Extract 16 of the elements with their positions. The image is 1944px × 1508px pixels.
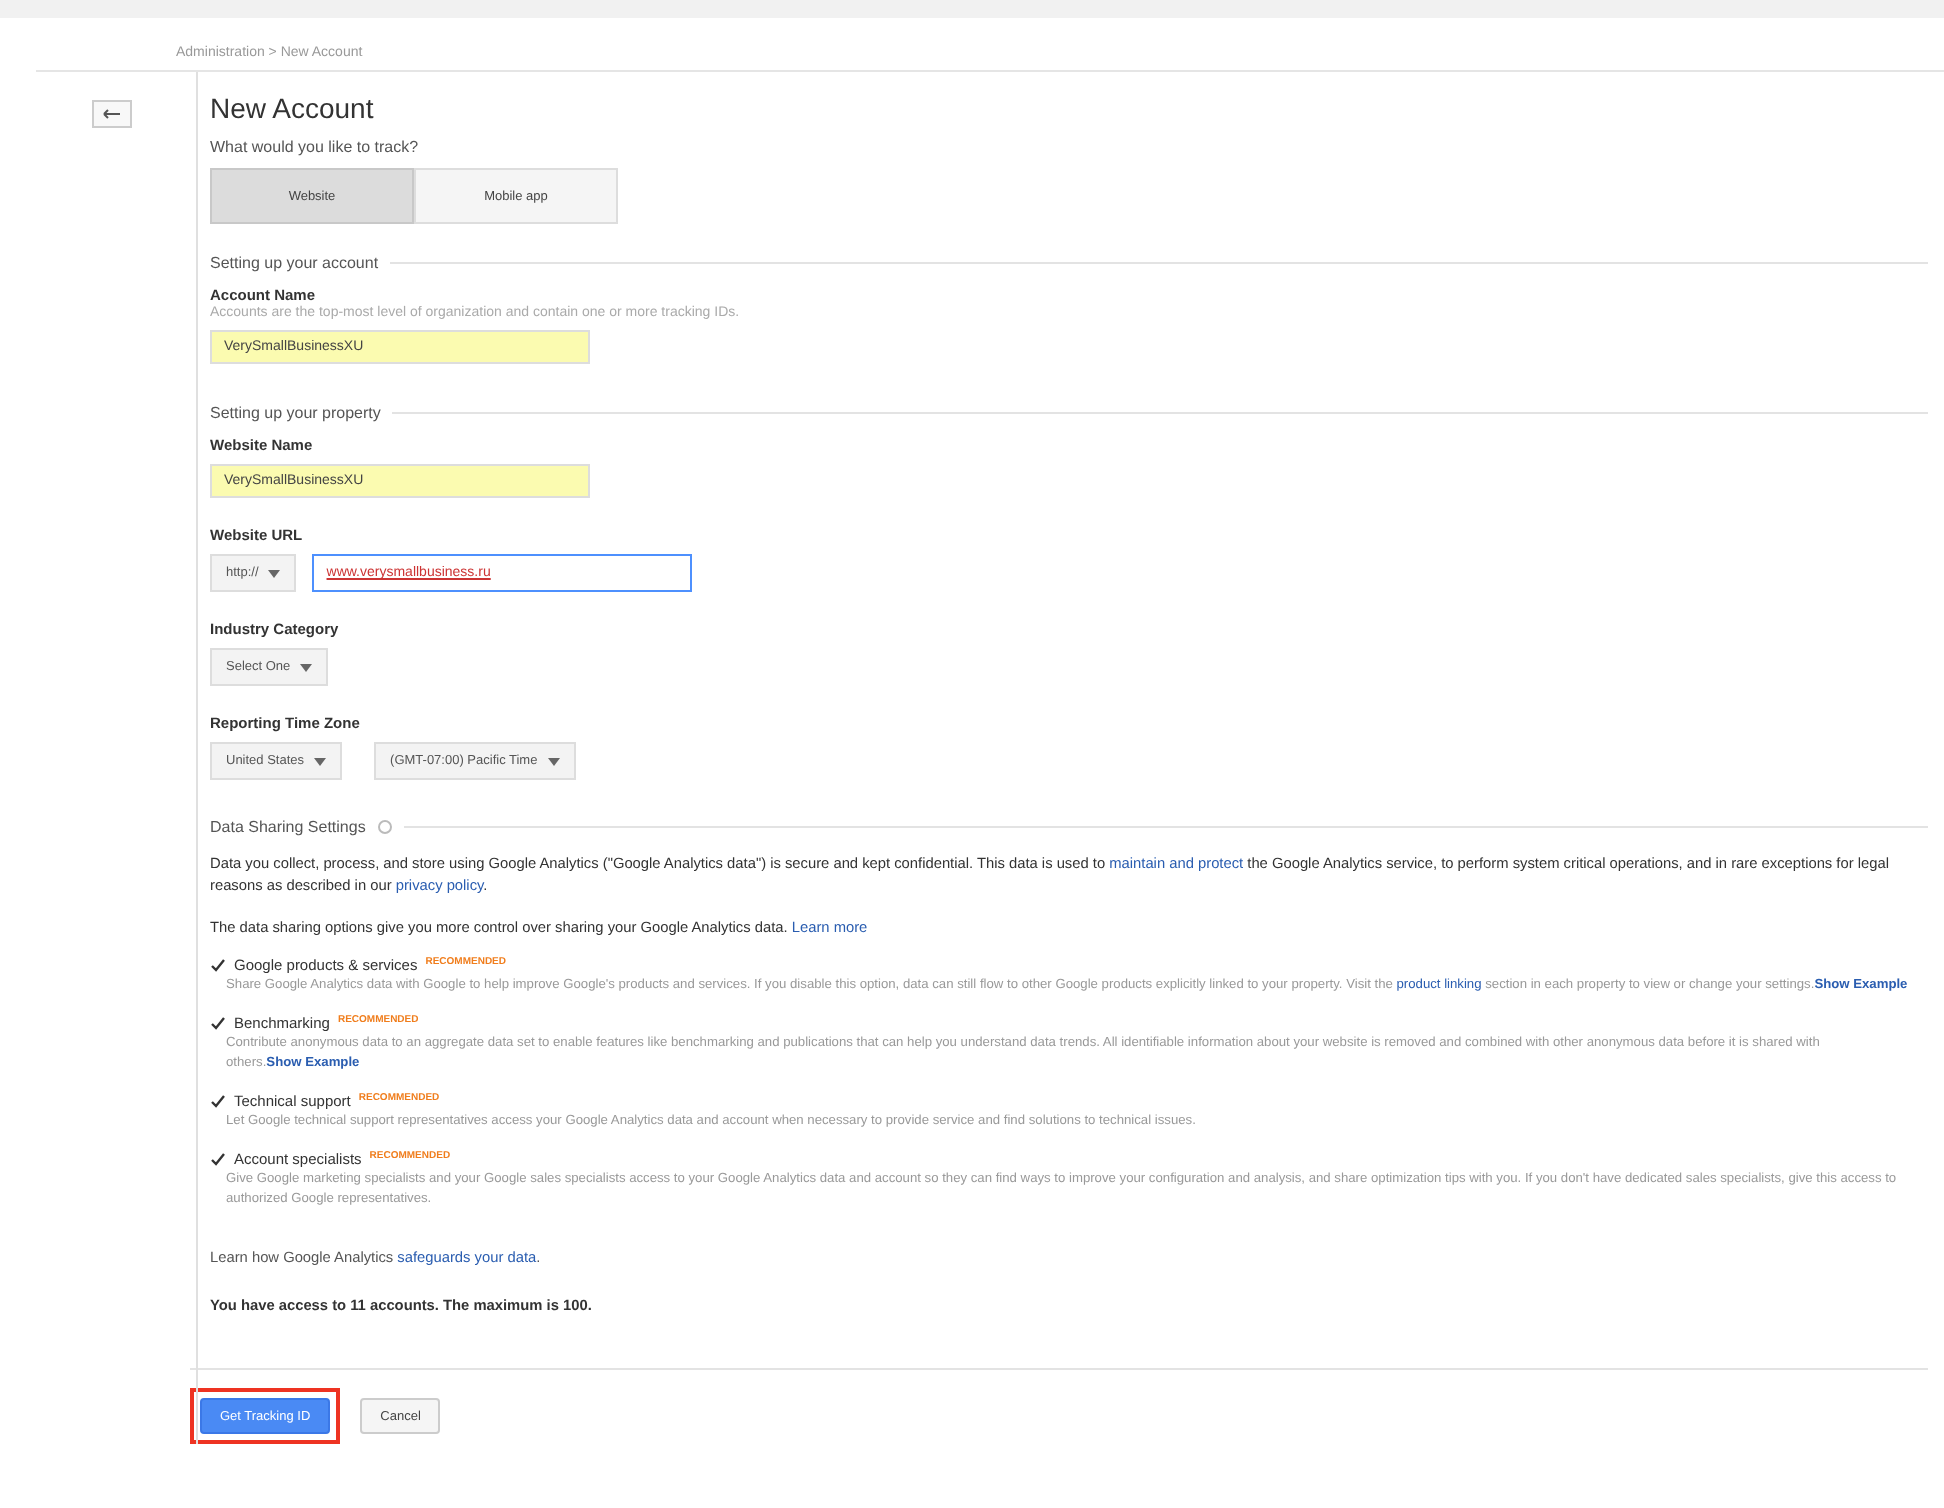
caret-icon (268, 569, 281, 577)
checkbox[interactable] (210, 1015, 226, 1031)
back-button[interactable] (92, 100, 132, 128)
help-icon (377, 820, 392, 834)
caret-icon (547, 757, 560, 765)
section-heading: Data Sharing Settings (210, 818, 366, 836)
checkbox[interactable] (210, 1093, 226, 1109)
section-heading: Setting up your property (210, 404, 381, 422)
caret-icon (300, 663, 313, 671)
caret-icon (314, 757, 327, 765)
checkbox[interactable] (210, 1151, 226, 1167)
checkbox[interactable] (210, 957, 226, 973)
back-arrow-icon (102, 108, 122, 120)
section-heading: Setting up your account (210, 254, 379, 272)
page-title: New Account (210, 92, 376, 124)
question-text: What would you like to track? (210, 138, 421, 156)
